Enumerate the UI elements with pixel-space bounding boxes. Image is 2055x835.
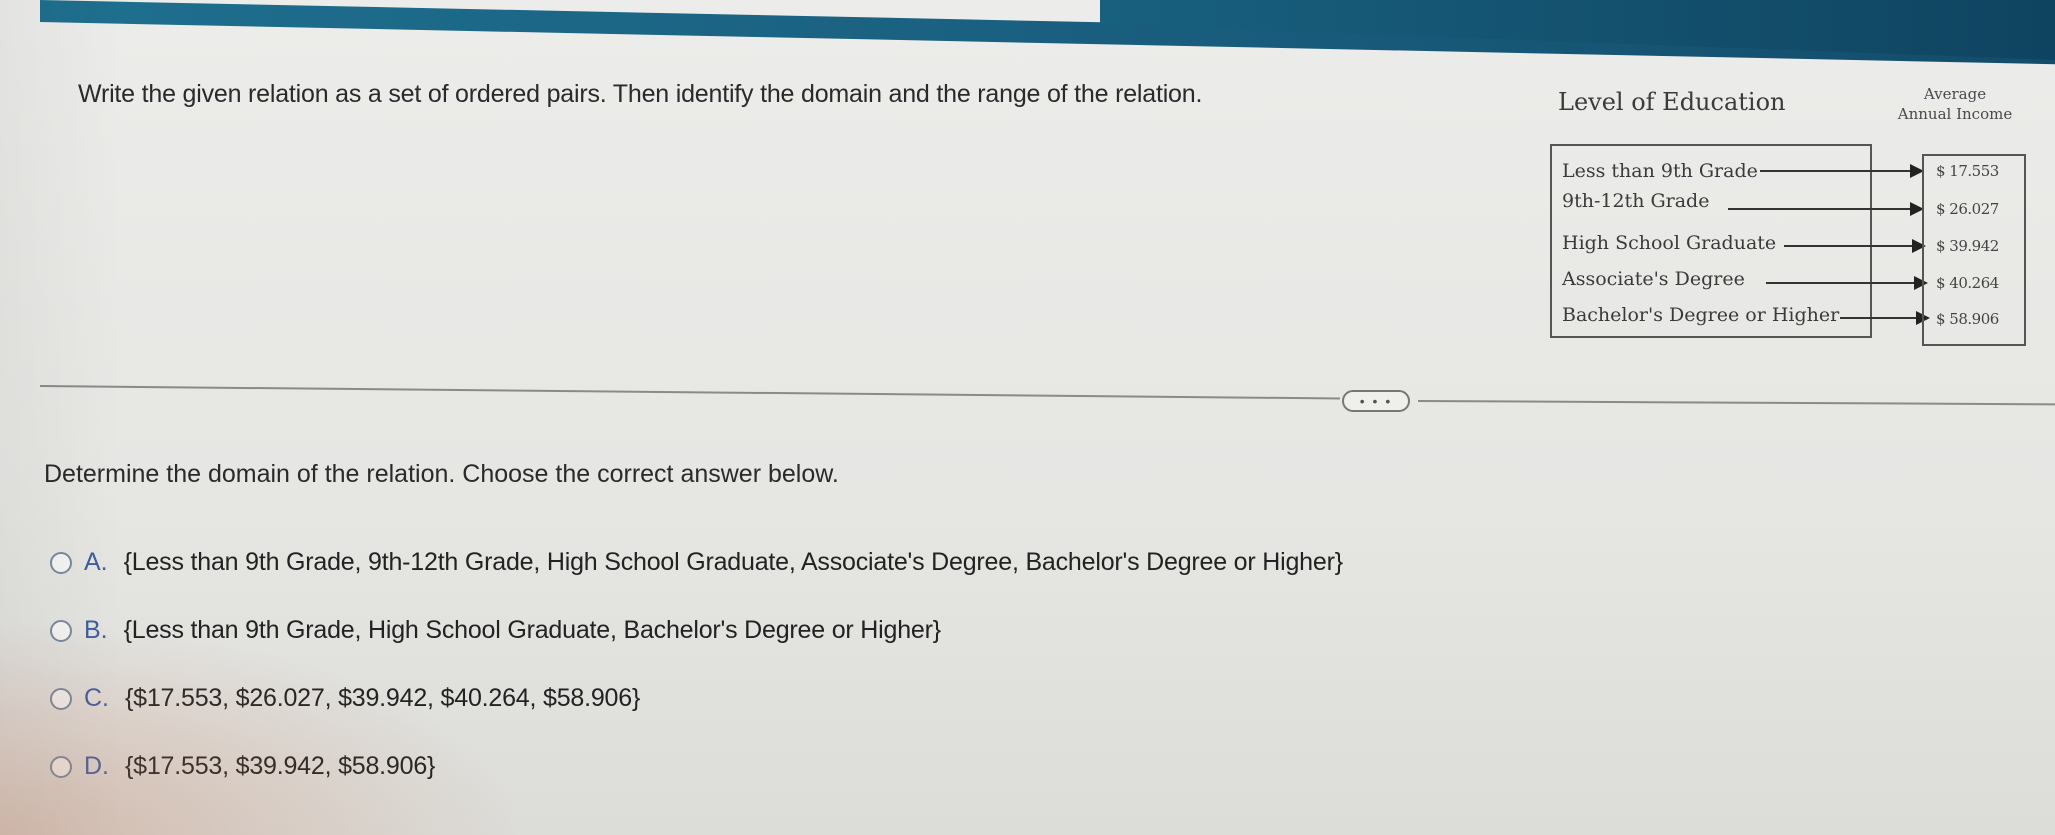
option-letter: B.: [84, 616, 108, 644]
option-letter: D.: [84, 752, 109, 780]
option-text: {$17.553, $39.942, $58.906}: [125, 752, 436, 780]
expand-more-button[interactable]: • • •: [1342, 390, 1410, 412]
range-item: $ 58.906: [1936, 310, 1999, 328]
section-divider-right: [1417, 400, 2055, 406]
option-c[interactable]: C. {$17.553, $26.027, $39.942, $40.264, …: [50, 684, 640, 713]
mapping-arrow: [1784, 239, 1926, 253]
radio-button-a[interactable]: [50, 551, 72, 574]
range-item: $ 39.942: [1936, 237, 1999, 255]
mapping-arrow: [1840, 311, 1930, 325]
option-text: {Less than 9th Grade, 9th-12th Grade, Hi…: [123, 548, 1343, 576]
option-b[interactable]: B. {Less than 9th Grade, High School Gra…: [50, 616, 941, 645]
option-letter: C.: [84, 684, 109, 712]
domain-item: Less than 9th Grade: [1562, 160, 1758, 182]
range-title: Average Annual Income: [1875, 84, 2035, 124]
relation-mapping-diagram: Level of Education Average Annual Income…: [1530, 85, 2050, 358]
option-a[interactable]: A. {Less than 9th Grade, 9th-12th Grade,…: [50, 548, 1343, 577]
range-item: $ 40.264: [1936, 274, 1999, 292]
range-title-line1: Average: [1923, 85, 1987, 103]
range-box: $ 17.553 $ 26.027 $ 39.942 $ 40.264 $ 58…: [1922, 154, 2026, 346]
section-divider: [39, 385, 1340, 400]
option-d[interactable]: D. {$17.553, $39.942, $58.906}: [50, 752, 435, 781]
mapping-arrow: [1760, 164, 1924, 178]
domain-item: High School Graduate: [1562, 232, 1777, 254]
radio-button-b[interactable]: [50, 619, 72, 642]
radio-button-c[interactable]: [50, 687, 72, 710]
domain-title: Level of Education: [1558, 88, 1786, 116]
range-item: $ 17.553: [1936, 162, 1999, 180]
domain-item: 9th-12th Grade: [1562, 190, 1710, 212]
page: Write the given relation as a set of ord…: [0, 0, 2055, 835]
range-item: $ 26.027: [1936, 200, 1999, 218]
radio-button-d[interactable]: [50, 755, 72, 778]
domain-item: Bachelor's Degree or Higher: [1562, 304, 1840, 326]
option-text: {$17.553, $26.027, $39.942, $40.264, $58…: [125, 684, 641, 712]
domain-box: Less than 9th Grade 9th-12th Grade High …: [1550, 144, 1872, 338]
instruction-text: Write the given relation as a set of ord…: [78, 80, 1203, 108]
domain-item: Associate's Degree: [1562, 268, 1745, 290]
mapping-arrow: [1766, 276, 1928, 290]
option-text: {Less than 9th Grade, High School Gradua…: [123, 616, 941, 644]
range-title-line2: Annual Income: [1897, 105, 2013, 123]
question-prompt: Determine the domain of the relation. Ch…: [44, 460, 839, 488]
option-letter: A.: [84, 548, 108, 576]
mapping-arrow: [1728, 202, 1924, 216]
